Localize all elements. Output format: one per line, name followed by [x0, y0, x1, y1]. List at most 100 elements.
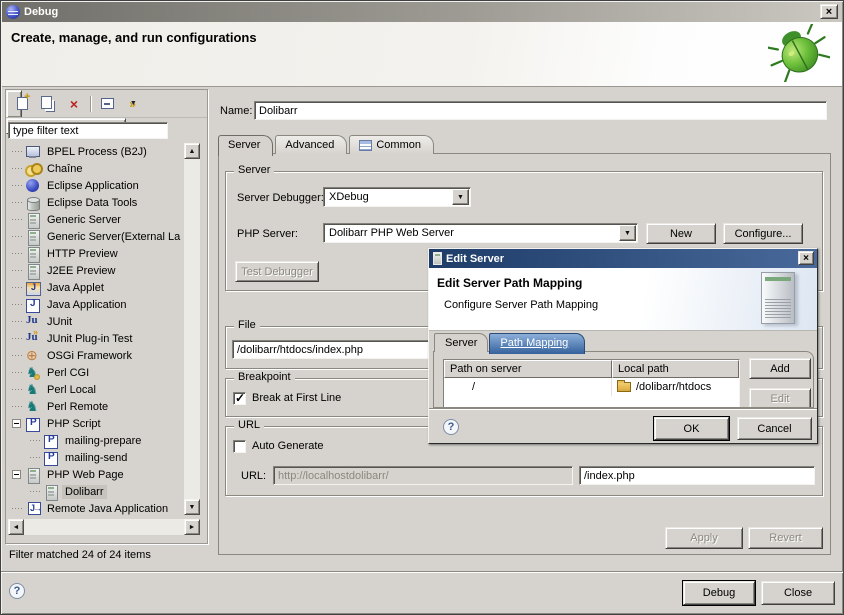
tree-item-label: mailing-prepare — [62, 434, 144, 448]
tree-item-label: Eclipse Data Tools — [44, 196, 140, 210]
column-header[interactable]: Path on server — [444, 360, 612, 378]
tree-item-mailing-prepare[interactable]: mailing-prepare — [8, 432, 182, 449]
column-header[interactable]: Local path — [612, 360, 739, 378]
filter-icon[interactable]: »▼ — [123, 95, 143, 113]
tree-item-label: Generic Server(External La — [44, 230, 182, 244]
ok-button[interactable]: OK — [654, 417, 729, 440]
tree-item-j2ee-preview[interactable]: J2EE Preview — [8, 262, 182, 279]
tree-item-junit-plug-in-test[interactable]: JUnit Plug-in Test — [8, 330, 182, 347]
collapse-all-icon[interactable] — [97, 95, 117, 113]
vertical-scrollbar[interactable] — [184, 159, 200, 499]
tree-guide-line — [12, 338, 24, 339]
tree-item-perl-remote[interactable]: Perl Remote — [8, 398, 182, 415]
tree-guide-line — [12, 236, 24, 237]
collapse-expander-icon[interactable] — [12, 470, 21, 479]
scroll-left-icon[interactable]: ◄ — [8, 519, 24, 535]
tree-guide-line — [12, 253, 24, 254]
tree-item-remote-java-application[interactable]: Remote Java Application — [8, 500, 182, 515]
debug-button[interactable]: Debug — [683, 581, 755, 605]
tree-item-generic-server[interactable]: Generic Server — [8, 211, 182, 228]
name-input[interactable] — [254, 101, 827, 120]
url-path-input[interactable] — [579, 466, 815, 485]
tree-item-perl-local[interactable]: Perl Local — [8, 381, 182, 398]
tree-item-dolibarr[interactable]: Dolibarr — [8, 483, 182, 500]
table-row[interactable]: / /dolibarr/htdocs — [444, 378, 739, 396]
scroll-right-icon[interactable]: ► — [184, 519, 200, 535]
tree-item-generic-server-external-la[interactable]: Generic Server(External La — [8, 228, 182, 245]
auto-generate-label: Auto Generate — [252, 440, 324, 452]
database-icon — [25, 196, 41, 210]
config-tree: BPEL Process (B2J) ChaîneEclipse Applicat… — [8, 143, 182, 515]
remote-java-icon — [25, 502, 41, 516]
server-path-cell: / — [444, 378, 612, 396]
new-server-button[interactable]: New — [646, 223, 716, 244]
edit-server-button-bar: ? OK Cancel — [429, 408, 817, 443]
tree-guide-line — [12, 168, 24, 169]
php-server-select[interactable]: Dolibarr PHP Web Server ▼ — [323, 223, 638, 243]
scroll-down-icon[interactable]: ▼ — [184, 499, 200, 515]
tree-item-label: Chaîne — [44, 162, 85, 176]
tree-item-label: Perl Remote — [44, 400, 111, 414]
tree-item-label: PHP Web Page — [44, 468, 127, 482]
php-icon — [43, 434, 59, 448]
new-configuration-icon[interactable] — [12, 95, 32, 113]
add-mapping-button[interactable]: Add — [749, 358, 811, 379]
chevron-down-icon[interactable]: ▼ — [452, 189, 469, 205]
tree-item-label: Dolibarr — [62, 485, 107, 499]
tree-item-java-application[interactable]: Java Application — [8, 296, 182, 313]
tree-item-eclipse-data-tools[interactable]: Eclipse Data Tools — [8, 194, 182, 211]
edit-server-title-bar[interactable]: Edit Server — [429, 249, 817, 268]
path-mapping-tab-content: Path on serverLocal path/ /dolibarr/htdoc… — [433, 351, 814, 408]
filter-input[interactable] — [8, 122, 168, 139]
tree-item-osgi-framework[interactable]: OSGi Framework — [8, 347, 182, 364]
chevron-down-icon[interactable]: ▼ — [619, 225, 636, 241]
tree-item-mailing-send[interactable]: mailing-send — [8, 449, 182, 466]
tree-item-bpel-process-b2j[interactable]: BPEL Process (B2J) — [8, 143, 182, 160]
tree-item-label: PHP Script — [44, 417, 104, 431]
server-icon — [25, 264, 41, 278]
tree-toolbar: × »▼ — [6, 90, 207, 118]
tree-guide-line — [30, 440, 42, 441]
server-debugger-select[interactable]: XDebug ▼ — [323, 187, 471, 207]
auto-generate-checkbox[interactable] — [233, 440, 246, 453]
title-bar[interactable]: Debug × — [2, 2, 842, 22]
tree-item-label: Remote Java Application — [44, 502, 171, 516]
tree-item-cha-ne[interactable]: Chaîne — [8, 160, 182, 177]
tree-item-php-web-page[interactable]: PHP Web Page — [8, 466, 182, 483]
breakpoint-group-title: Breakpoint — [234, 371, 295, 383]
local-path-text: /dolibarr/htdocs — [636, 381, 711, 393]
close-icon[interactable]: × — [820, 4, 838, 19]
configure-button[interactable]: Configure... — [723, 223, 803, 244]
debug-bug-icon — [768, 24, 830, 82]
edit-server-tab-bar: Server Path Mapping — [434, 331, 586, 352]
edit-server-title: Edit Server — [446, 253, 504, 265]
url-base-input — [273, 466, 573, 485]
break-first-line-checkbox[interactable] — [233, 392, 246, 405]
scroll-up-icon[interactable]: ▲ — [184, 143, 200, 159]
tree-item-perl-cgi[interactable]: Perl CGI — [8, 364, 182, 381]
tab-server[interactable]: Server — [434, 333, 488, 352]
tab-server[interactable]: Server — [218, 135, 273, 156]
horizontal-scrollbar[interactable] — [24, 519, 184, 535]
cancel-button[interactable]: Cancel — [737, 417, 812, 440]
tree-item-eclipse-application[interactable]: Eclipse Application — [8, 177, 182, 194]
delete-icon[interactable]: × — [64, 95, 84, 113]
tree-guide-line — [12, 202, 24, 203]
help-icon[interactable]: ? — [443, 419, 459, 435]
tree-item-http-preview[interactable]: HTTP Preview — [8, 245, 182, 262]
tab-advanced[interactable]: Advanced — [275, 135, 347, 154]
break-first-line-label: Break at First Line — [252, 392, 341, 404]
help-icon[interactable]: ? — [9, 583, 25, 599]
close-icon[interactable]: × — [798, 251, 814, 265]
close-button[interactable]: Close — [761, 581, 835, 605]
tab-path-mapping[interactable]: Path Mapping — [489, 333, 585, 354]
duplicate-icon[interactable] — [38, 95, 58, 113]
page-title: Create, manage, and run configurations — [11, 30, 257, 45]
tree-item-label: HTTP Preview — [44, 247, 121, 261]
dialog-heading: Edit Server Path Mapping — [437, 276, 582, 290]
tab-common[interactable]: Common — [349, 135, 434, 154]
tree-item-php-script[interactable]: PHP Script — [8, 415, 182, 432]
path-mapping-table[interactable]: Path on serverLocal path/ /dolibarr/htdoc… — [443, 359, 740, 408]
tree-item-java-applet[interactable]: Java Applet — [8, 279, 182, 296]
collapse-expander-icon[interactable] — [12, 419, 21, 428]
